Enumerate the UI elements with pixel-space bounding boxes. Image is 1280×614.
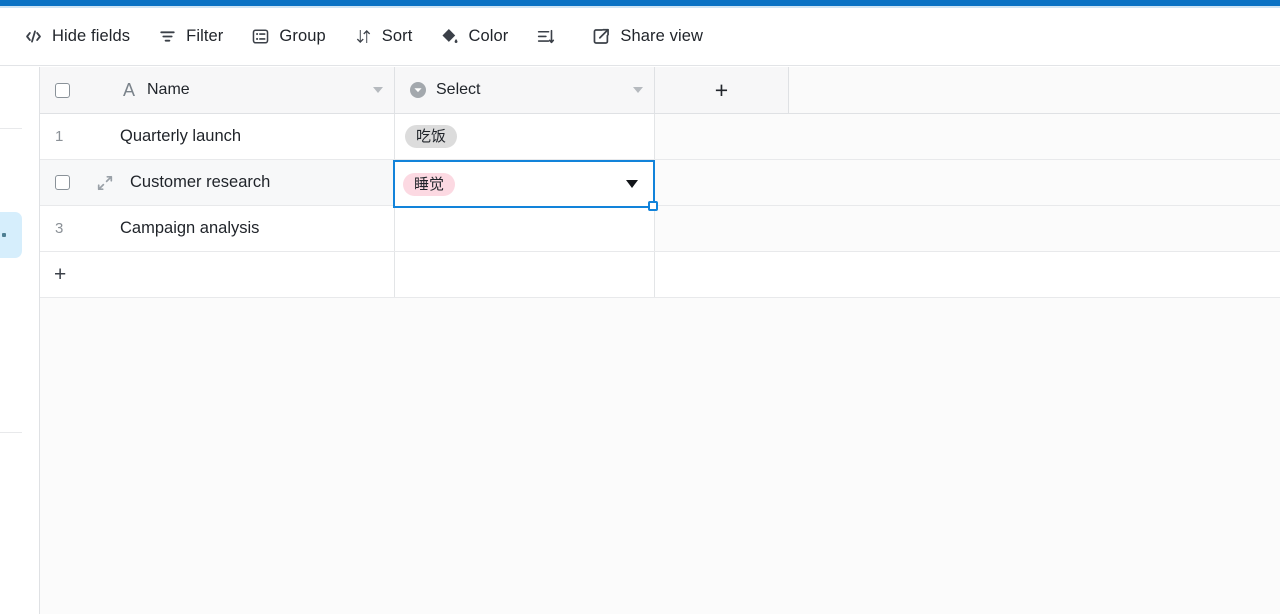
color-label: Color (468, 27, 509, 45)
table-row[interactable]: 3 Campaign analysis (40, 206, 1280, 252)
column-menu-chevron-down-icon[interactable] (373, 87, 383, 93)
share-view-label: Share view (620, 27, 704, 45)
rail-selected-item[interactable] (0, 212, 22, 258)
group-button[interactable]: Group (241, 21, 335, 53)
plus-icon: + (54, 263, 67, 286)
active-cell-select[interactable]: 睡觉 (393, 160, 655, 208)
record-name: Customer research (130, 173, 271, 191)
cell-select[interactable] (395, 206, 655, 251)
column-header-select-label: Select (436, 81, 481, 98)
hide-fields-icon (24, 27, 43, 46)
cell-name[interactable]: Customer research (40, 160, 395, 205)
column-header-name[interactable]: A Name (40, 67, 395, 113)
color-icon (440, 27, 459, 46)
hide-fields-label: Hide fields (52, 27, 131, 45)
group-label: Group (279, 27, 326, 45)
column-header-select[interactable]: Select (395, 67, 655, 113)
add-record-button[interactable]: + (40, 252, 395, 297)
select-chip: 吃饭 (405, 125, 458, 148)
filter-label: Filter (186, 27, 224, 45)
color-button[interactable]: Color (430, 21, 518, 53)
hide-fields-button[interactable]: Hide fields (14, 21, 140, 53)
filter-icon (158, 27, 177, 46)
rail-selected-marker (2, 233, 6, 237)
left-rail (0, 67, 39, 614)
row-height-button[interactable] (526, 21, 574, 53)
add-field-button[interactable]: + (655, 67, 789, 113)
record-name: Campaign analysis (120, 219, 260, 237)
fill-handle[interactable] (648, 201, 658, 211)
row-filler (655, 206, 1280, 251)
select-all-checkbox[interactable] (55, 82, 70, 98)
cell-name[interactable]: 1 Quarterly launch (40, 114, 395, 159)
group-icon (251, 27, 270, 46)
cell-select[interactable]: 吃饭 (395, 114, 655, 159)
rail-divider (0, 432, 22, 433)
header-filler (789, 67, 1280, 113)
rail-divider (0, 128, 22, 129)
table-row[interactable]: 1 Quarterly launch 吃饭 (40, 114, 1280, 160)
cell-name[interactable]: 3 Campaign analysis (40, 206, 395, 251)
row-number: 1 (55, 128, 64, 145)
table-row[interactable]: Customer research (40, 160, 1280, 206)
add-record-row[interactable]: + (40, 252, 1280, 298)
row-select-checkbox[interactable] (55, 175, 70, 190)
column-header-name-label: Name (147, 81, 190, 98)
row-number: 3 (55, 220, 64, 237)
grid-body: 1 Quarterly launch 吃饭 Customer research … (40, 114, 1280, 298)
text-field-glyph: A (122, 80, 135, 100)
sort-label: Sort (381, 27, 413, 45)
single-select-icon (409, 81, 427, 99)
sort-button[interactable]: Sort (344, 21, 423, 53)
cell-dropdown-chevron-down-icon[interactable] (626, 180, 638, 188)
data-grid: A Name Select + 1 Quarterly launch 吃饭 Cu… (39, 67, 1280, 614)
add-record-filler (395, 252, 655, 297)
row-filler (655, 114, 1280, 159)
row-filler (655, 160, 1280, 205)
text-field-icon: A (120, 81, 138, 99)
record-name: Quarterly launch (120, 127, 242, 145)
expand-record-icon[interactable] (96, 174, 114, 192)
column-menu-chevron-down-icon[interactable] (633, 87, 643, 93)
select-chip-active: 睡觉 (403, 172, 456, 196)
share-view-icon (592, 27, 611, 46)
view-toolbar: Hide fields Filter Group Sort Color Shar… (0, 8, 1280, 66)
sort-icon (354, 27, 373, 46)
grid-header-row: A Name Select + (40, 67, 1280, 114)
filter-button[interactable]: Filter (148, 21, 233, 53)
row-height-icon (536, 27, 555, 46)
share-view-button[interactable]: Share view (582, 21, 713, 53)
plus-icon: + (714, 76, 729, 103)
